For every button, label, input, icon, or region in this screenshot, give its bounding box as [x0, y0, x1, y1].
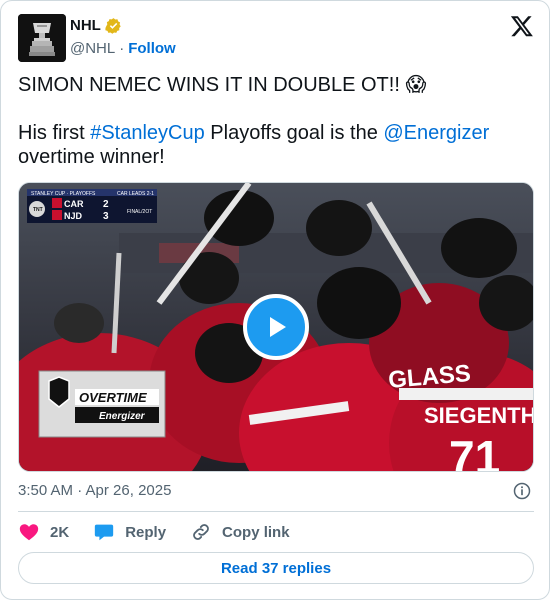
- overtime-overlay: OVERTIME Energizer: [38, 370, 166, 438]
- handle-row: @NHL · Follow: [70, 40, 176, 57]
- hashtag-link[interactable]: #StanleyCup: [90, 122, 205, 144]
- overlay-title: OVERTIME: [79, 390, 147, 405]
- tweet-line2-prefix: His first: [18, 122, 91, 144]
- heart-icon: [19, 524, 39, 541]
- tweet-text: SIMON NEMEC WINS IT IN DOUBLE OT!! 😱 His…: [18, 73, 533, 169]
- x-logo-icon[interactable]: [510, 14, 534, 38]
- separator-dot: ·: [119, 40, 125, 57]
- scorebug-period: FINAL/2OT: [127, 209, 152, 215]
- scorebug-score1: 2: [103, 199, 109, 210]
- stanley-cup-logo-icon: [18, 14, 66, 62]
- follow-button[interactable]: Follow: [128, 40, 176, 57]
- scorebug-score2: 3: [103, 211, 109, 222]
- read-replies-button[interactable]: Read 37 replies: [18, 552, 534, 584]
- tweet-timestamp[interactable]: 3:50 AM · Apr 26, 2025: [18, 482, 171, 499]
- action-bar: 2K Reply Copy link: [18, 520, 314, 544]
- scorebug-team2: NJD: [64, 211, 83, 221]
- author-handle[interactable]: @NHL: [70, 40, 115, 57]
- overlay-sponsor: Energizer: [99, 411, 146, 422]
- mention-link[interactable]: @Energizer: [383, 122, 489, 144]
- avatar[interactable]: [18, 14, 66, 62]
- scorebug-status: CAR LEADS 2-1: [117, 191, 154, 197]
- play-icon: [270, 317, 286, 337]
- jersey-name-siegenthaler: SIEGENTHALER: [424, 403, 534, 428]
- tweet-line1: SIMON NEMEC WINS IT IN DOUBLE OT!! 😱: [18, 74, 427, 96]
- like-count: 2K: [50, 523, 70, 541]
- reply-bubble-icon: [95, 524, 114, 541]
- scorebug: STANLEY CUP · PLAYOFFS CAR LEADS 2-1 TNT…: [27, 189, 157, 223]
- copy-link-label: Copy link: [222, 523, 290, 541]
- copy-link-button[interactable]: Copy link: [190, 521, 290, 543]
- svg-text:TNT: TNT: [33, 207, 43, 213]
- link-icon: [193, 524, 209, 540]
- scorebug-tag: STANLEY CUP · PLAYOFFS: [31, 191, 96, 197]
- divider: [18, 511, 534, 512]
- reply-label: Reply: [125, 523, 167, 541]
- jersey-number: 71: [449, 431, 500, 472]
- author-name[interactable]: NHL: [70, 17, 101, 34]
- play-button[interactable]: [243, 294, 309, 360]
- verified-badge-icon: [105, 18, 121, 34]
- info-icon[interactable]: [512, 481, 532, 501]
- tweet-line2-middle: Playoffs goal is the: [204, 122, 384, 144]
- like-button[interactable]: 2K: [18, 521, 69, 543]
- tweet-card: NHL @NHL · Follow SIMON NEMEC WINS IT IN…: [0, 0, 550, 600]
- author-name-row: NHL: [70, 17, 122, 34]
- reply-button[interactable]: Reply: [93, 521, 166, 543]
- scorebug-team1: CAR: [64, 199, 84, 209]
